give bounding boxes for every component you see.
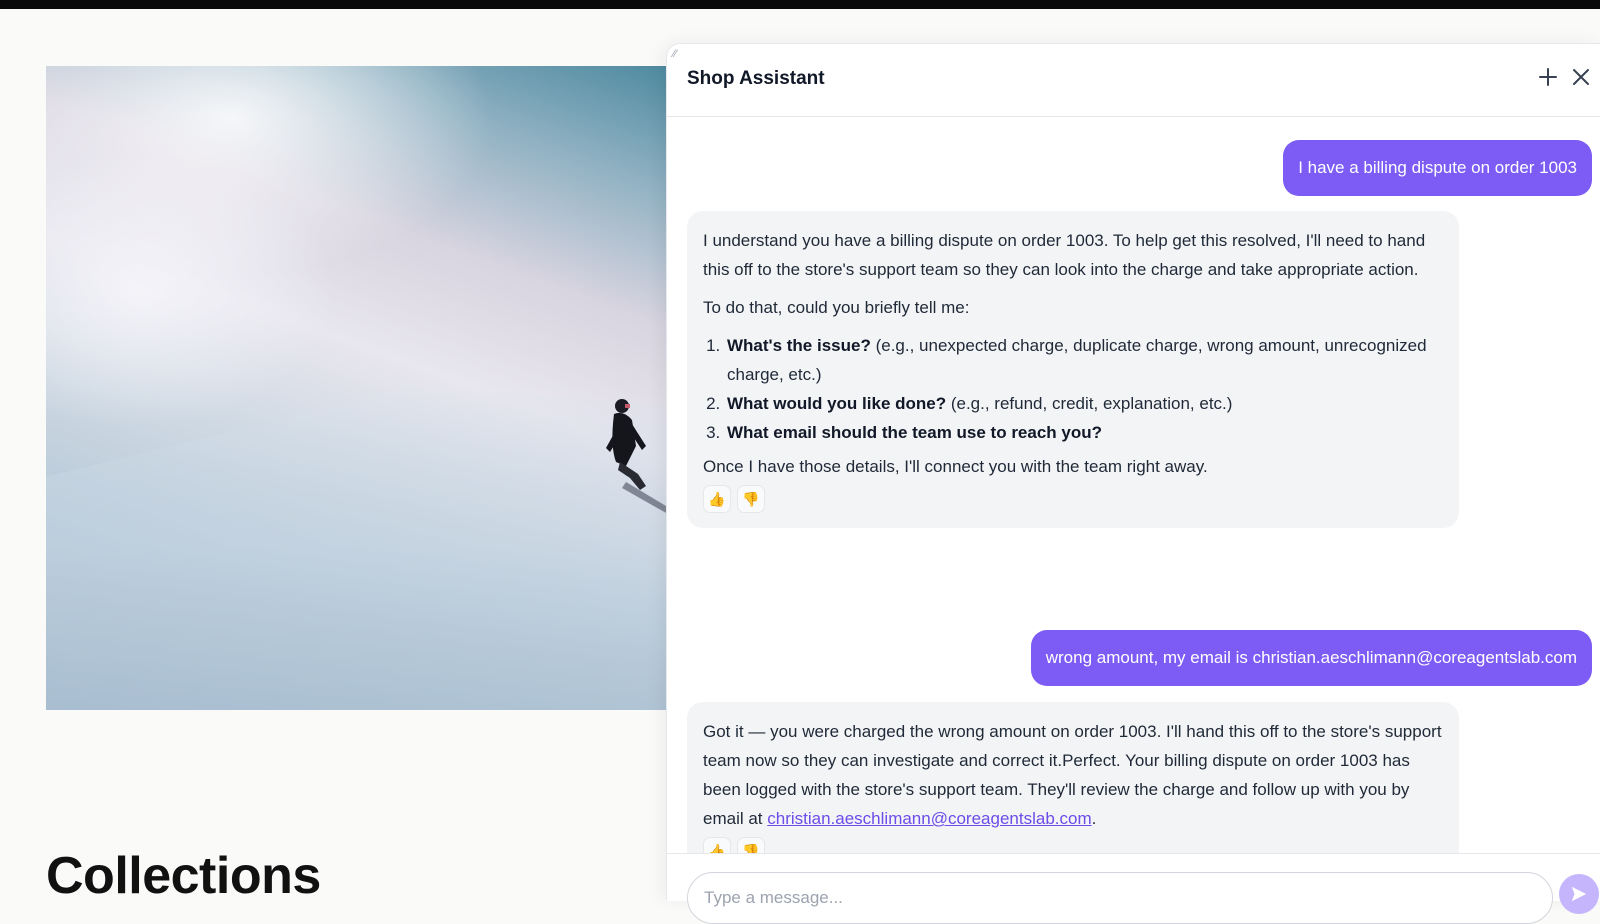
message-list[interactable]: I have a billing dispute on order 1003 I… [667,117,1600,853]
chat-title: Shop Assistant [687,68,825,89]
list-item: What would you like done? (e.g., refund,… [725,389,1443,418]
assistant-paragraph: Got it — you were charged the wrong amou… [703,717,1443,833]
assistant-message: I understand you have a billing dispute … [687,211,1459,528]
email-link[interactable]: christian.aeschlimann@coreagentslab.com [767,809,1091,828]
plus-icon [1539,68,1557,86]
chat-panel: ⁄⁄ Shop Assistant I have a billing dispu… [666,43,1600,924]
snowboarder-figure [606,399,666,513]
user-message: wrong amount, my email is christian.aesc… [1030,630,1592,686]
message-input[interactable] [687,872,1553,924]
composer [667,853,1600,924]
list-item-bold: What would you like done? [727,394,947,413]
assistant-message: Got it — you were charged the wrong amou… [687,702,1459,853]
new-chat-button[interactable] [1533,62,1563,92]
snow-slope [46,386,666,710]
assistant-paragraph: Once I have those details, I'll connect … [703,457,1208,476]
close-icon [1573,69,1589,85]
send-button[interactable] [1559,874,1599,914]
close-chat-button[interactable] [1566,62,1596,92]
feedback-buttons: 👍 👎 [703,485,1443,513]
feedback-buttons: 👍 👎 [703,837,1443,853]
thumbs-down-icon[interactable]: 👎 [737,837,765,853]
collections-heading: Collections [46,847,321,905]
chat-header: Shop Assistant [667,44,1600,117]
assistant-text-end: . [1091,809,1097,828]
list-item: What's the issue? (e.g., unexpected char… [725,331,1443,389]
list-item: What email should the team use to reach … [725,418,1443,447]
list-item-bold: What email should the team use to reach … [727,423,1103,442]
thumbs-down-icon[interactable]: 👎 [737,485,765,513]
question-list: What's the issue? (e.g., unexpected char… [725,331,1443,447]
list-item-text: (e.g., refund, credit, explanation, etc.… [946,394,1233,413]
user-message: I have a billing dispute on order 1003 [1283,140,1592,196]
send-icon [1571,886,1587,902]
thumbs-up-icon[interactable]: 👍 [703,837,731,853]
assistant-paragraph: To do that, could you briefly tell me: [703,298,970,317]
list-item-bold: What's the issue? [727,336,871,355]
hero-image-snowboarder [46,66,666,710]
top-bar [0,0,1600,9]
assistant-paragraph: I understand you have a billing dispute … [703,231,1426,279]
thumbs-up-icon[interactable]: 👍 [703,485,731,513]
